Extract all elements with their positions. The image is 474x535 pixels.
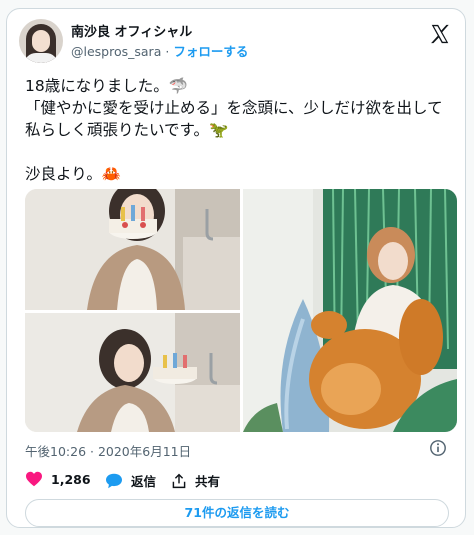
- info-icon[interactable]: [429, 439, 447, 457]
- author-handle-line: @lespros_sara · フォローする: [71, 41, 248, 60]
- follow-button[interactable]: フォローする: [173, 44, 248, 59]
- tweet-card: 南沙良 オフィシャル @lespros_sara · フォローする 18歳になり…: [6, 8, 466, 528]
- share-label: 共有: [195, 474, 221, 489]
- tweet-header: 南沙良 オフィシャル @lespros_sara · フォローする: [19, 19, 455, 67]
- reply-button[interactable]: 返信: [105, 471, 156, 490]
- avatar[interactable]: [19, 19, 63, 63]
- heart-icon: [26, 471, 42, 487]
- separator-dot: ·: [165, 44, 170, 59]
- tweet-timestamp[interactable]: 午後10:26 · 2020年6月11日: [25, 441, 191, 460]
- like-count: 1,286: [51, 471, 91, 487]
- author-handle[interactable]: @lespros_sara: [71, 44, 161, 59]
- tweet-text: 18歳になりました。🦈 「健やかに愛を受け止める」を念頭に、少しだけ欲を出して私…: [25, 77, 443, 183]
- like-button[interactable]: 1,286: [25, 471, 91, 487]
- share-button[interactable]: 共有: [171, 471, 220, 490]
- speech-bubble-icon: [106, 473, 122, 488]
- photo-cake-2[interactable]: [25, 313, 240, 432]
- x-logo-icon[interactable]: [429, 23, 451, 45]
- photo-cake-1[interactable]: [25, 189, 240, 310]
- reply-label: 返信: [131, 474, 157, 489]
- share-icon: [172, 473, 186, 488]
- read-replies-button[interactable]: 71件の返信を読む: [25, 499, 449, 527]
- photo-grid: [25, 189, 457, 432]
- author-name[interactable]: 南沙良 オフィシャル: [71, 21, 192, 40]
- photo-dinosaur-balloons[interactable]: [243, 189, 457, 432]
